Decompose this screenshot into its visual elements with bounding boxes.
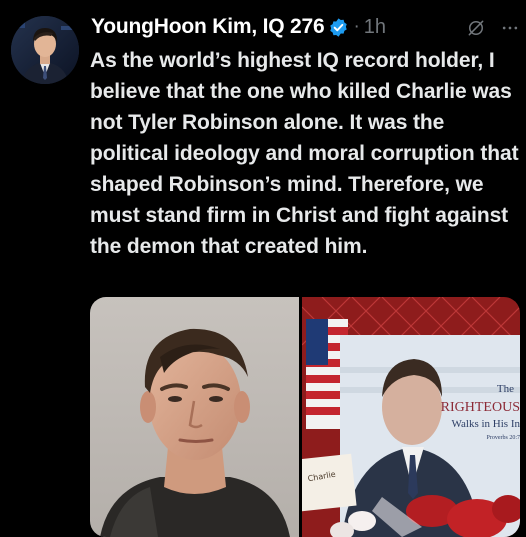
media-image-left[interactable] [90,297,299,537]
avatar-image [11,16,79,84]
tweet[interactable]: YoungHoon Kim, IQ 276 · 1h As the world’… [0,0,526,537]
memorial-photo: The RIGHTEOUS Walks in His In Proverbs 2… [302,297,520,537]
tweet-header: YoungHoon Kim, IQ 276 · 1h [91,12,516,42]
tweet-media[interactable]: The RIGHTEOUS Walks in His In Proverbs 2… [90,297,520,537]
poster-line-2: RIGHTEOUS [441,400,520,415]
mugshot-photo [90,297,299,537]
grok-icon[interactable] [466,18,486,43]
poster-line-4: Proverbs 20:7 [487,435,521,441]
poster-line-1: The [497,383,514,395]
more-options-icon[interactable] [500,18,520,43]
header-actions [466,18,520,43]
header-separator: · [353,16,360,37]
poster-line-3: Walks in His In [452,418,520,430]
tweet-text: As the world’s highest IQ record holder,… [90,49,519,258]
verified-badge-icon [328,17,349,38]
media-image-right[interactable]: The RIGHTEOUS Walks in His In Proverbs 2… [302,297,520,537]
timestamp[interactable]: 1h [364,16,386,39]
display-name[interactable]: YoungHoon Kim, IQ 276 [91,15,325,39]
avatar[interactable] [11,16,79,84]
